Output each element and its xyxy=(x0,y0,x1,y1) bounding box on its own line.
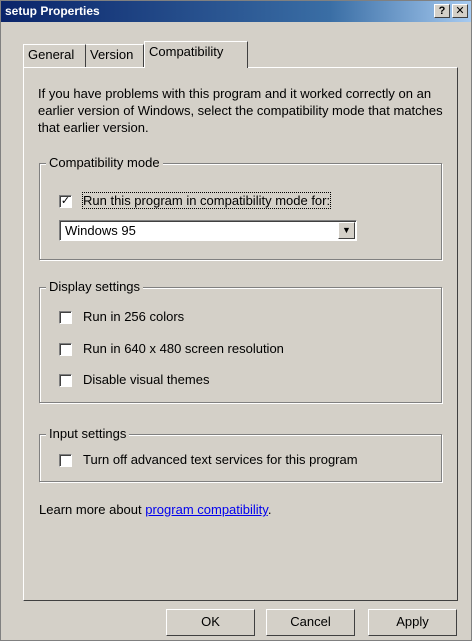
compatibility-mode-legend: Compatibility mode xyxy=(46,155,163,170)
display-option-label[interactable]: Disable visual themes xyxy=(83,372,209,387)
ok-button[interactable]: OK xyxy=(166,609,255,636)
program-compatibility-link[interactable]: program compatibility xyxy=(145,502,268,517)
window-title: setup Properties xyxy=(5,4,100,18)
chevron-down-icon[interactable]: ▼ xyxy=(338,222,355,239)
display-option-label[interactable]: Run in 640 x 480 screen resolution xyxy=(83,341,284,356)
tab-general[interactable]: General xyxy=(23,44,86,67)
input-option-label[interactable]: Turn off advanced text services for this… xyxy=(83,452,358,467)
display-settings-legend: Display settings xyxy=(46,279,144,294)
input-settings-legend: Input settings xyxy=(46,426,130,441)
compatibility-mode-label[interactable]: Run this program in compatibility mode f… xyxy=(81,192,332,209)
tab-strip: General Version Compatibility xyxy=(1,41,471,68)
input-option-checkbox[interactable] xyxy=(59,454,72,467)
os-select-value: Windows 95 xyxy=(65,223,136,238)
learn-more-text: Learn more about program compatibility. xyxy=(39,502,271,517)
close-button[interactable]: ✕ xyxy=(452,4,468,18)
tab-compatibility[interactable]: Compatibility xyxy=(144,41,248,68)
display-option-checkbox[interactable] xyxy=(59,343,72,356)
display-option-checkbox[interactable] xyxy=(59,311,72,324)
help-button[interactable]: ? xyxy=(434,4,450,18)
apply-button[interactable]: Apply xyxy=(368,609,457,636)
properties-window: setup Properties ? ✕ General Version Com… xyxy=(0,0,472,641)
display-option-label[interactable]: Run in 256 colors xyxy=(83,309,184,324)
title-bar[interactable]: setup Properties ? ✕ xyxy=(1,1,471,22)
display-option-checkbox[interactable] xyxy=(59,374,72,387)
learn-more-prefix: Learn more about xyxy=(39,502,146,517)
compatibility-mode-group: Compatibility mode xyxy=(39,155,442,260)
os-select[interactable]: Windows 95 ▼ xyxy=(59,220,357,241)
tab-version[interactable]: Version xyxy=(86,44,144,67)
intro-text: If you have problems with this program a… xyxy=(38,86,443,135)
learn-more-suffix: . xyxy=(267,502,272,517)
cancel-button[interactable]: Cancel xyxy=(266,609,355,636)
compatibility-mode-checkbox[interactable]: ✓ xyxy=(59,195,72,208)
